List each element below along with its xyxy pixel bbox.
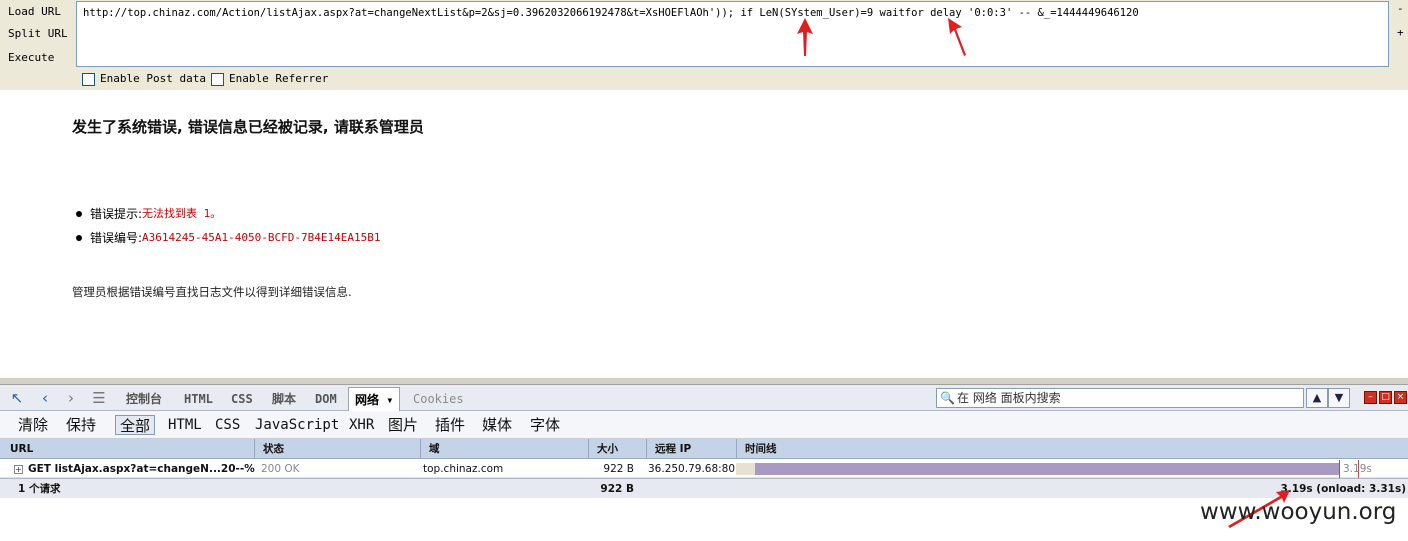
- net-search-input[interactable]: 🔍 在 网络 面板内搜索: [936, 388, 1304, 408]
- error-details-list: 错误提示: 无法找到表 1。 错误编号: A3614245-45A1-4050-…: [76, 202, 380, 250]
- bullet-icon: [76, 211, 82, 217]
- net-filter-bar: 清除 保持 全部 HTML CSS JavaScript XHR 图片 插件 媒…: [0, 411, 1408, 439]
- error-hint-item: 错误提示: 无法找到表 1。: [76, 202, 380, 226]
- column-domain[interactable]: 域: [420, 439, 588, 459]
- firebug-toolbar: ↖ ‹ › ☰ 控制台 HTML CSS 脚本 DOM 网络 ▾ Cookies…: [0, 385, 1408, 411]
- net-table-header: URL 状态 域 大小 远程 IP 时间线: [0, 439, 1408, 459]
- filter-fonts[interactable]: 字体: [530, 415, 560, 435]
- enable-referrer-label: Enable Referrer: [229, 72, 329, 85]
- request-url[interactable]: GET listAjax.aspx?at=changeN...20--%: [28, 460, 255, 478]
- error-title: 发生了系统错误, 错误信息已经被记录, 请联系管理员: [72, 118, 424, 136]
- column-url[interactable]: URL: [2, 439, 254, 459]
- tab-dom[interactable]: DOM: [315, 390, 337, 408]
- request-remote-ip: 36.250.79.68:80: [648, 463, 736, 475]
- timeline-domcontent-marker: [1339, 460, 1340, 478]
- hackbar-panel: Load URL Split URL Execute http://top.ch…: [0, 0, 1408, 90]
- error-hint-label: 错误提示:: [90, 207, 143, 221]
- request-size: 922 B: [603, 463, 634, 475]
- column-timeline[interactable]: 时间线: [736, 439, 1408, 459]
- search-icon: 🔍: [940, 391, 955, 405]
- watermark: www.wooyun.org: [1200, 499, 1397, 525]
- enable-post-checkbox[interactable]: Enable Post data: [82, 72, 206, 86]
- search-prev-button[interactable]: ▲: [1306, 388, 1328, 408]
- split-url-button[interactable]: Split URL: [4, 24, 68, 44]
- tab-css[interactable]: CSS: [231, 390, 253, 408]
- clear-button[interactable]: 清除: [18, 415, 48, 435]
- error-id-value: A3614245-45A1-4050-BCFD-7B4E14EA15B1: [142, 231, 381, 244]
- total-size: 922 B: [600, 483, 634, 495]
- column-status[interactable]: 状态: [254, 439, 420, 459]
- tab-net[interactable]: 网络 ▾: [348, 387, 401, 411]
- annotation-arrow-user: [797, 18, 813, 56]
- checkbox-box[interactable]: [211, 72, 224, 86]
- error-id-item: 错误编号: A3614245-45A1-4050-BCFD-7B4E14EA15…: [76, 226, 380, 250]
- bullet-icon: [76, 235, 82, 241]
- filter-media[interactable]: 媒体: [482, 415, 512, 435]
- filter-javascript[interactable]: JavaScript: [255, 415, 339, 435]
- checkbox-box[interactable]: [82, 72, 95, 86]
- detach-icon[interactable]: □: [1379, 391, 1392, 404]
- firebug-panel: ↖ ‹ › ☰ 控制台 HTML CSS 脚本 DOM 网络 ▾ Cookies…: [0, 378, 1408, 498]
- minimize-icon[interactable]: –: [1364, 391, 1377, 404]
- shrink-button[interactable]: -: [1397, 2, 1404, 15]
- expand-icon[interactable]: +: [14, 465, 23, 474]
- url-textarea[interactable]: http://top.chinaz.com/Action/listAjax.as…: [76, 1, 1389, 67]
- filter-xhr[interactable]: XHR: [349, 415, 374, 435]
- table-row[interactable]: + GET listAjax.aspx?at=changeN...20--% 2…: [0, 460, 1408, 478]
- filter-images[interactable]: 图片: [388, 415, 418, 435]
- expand-button[interactable]: +: [1397, 26, 1404, 39]
- request-count: 1 个请求: [18, 483, 61, 495]
- timeline-receiving-bar[interactable]: [755, 463, 1339, 475]
- error-hint-value: 无法找到表 1。: [142, 207, 222, 220]
- back-arrow-icon[interactable]: ‹: [36, 389, 54, 407]
- request-domain: top.chinaz.com: [423, 463, 504, 475]
- tab-console[interactable]: 控制台: [126, 390, 162, 408]
- filter-plugins[interactable]: 插件: [435, 415, 465, 435]
- error-note: 管理员根据错误编号直找日志文件以得到详细错误信息.: [72, 285, 352, 299]
- filter-all[interactable]: 全部: [115, 415, 156, 435]
- search-placeholder: 在 网络 面板内搜索: [957, 391, 1061, 405]
- enable-post-label: Enable Post data: [100, 72, 206, 85]
- timeline-time-label: 3.19s: [1343, 463, 1372, 475]
- error-id-label: 错误编号:: [90, 231, 143, 245]
- request-status: 200 OK: [261, 463, 300, 475]
- column-remote-ip[interactable]: 远程 IP: [646, 439, 736, 459]
- load-url-button[interactable]: Load URL: [4, 2, 68, 22]
- persist-button[interactable]: 保持: [66, 415, 96, 435]
- filter-html[interactable]: HTML: [168, 415, 202, 435]
- column-size[interactable]: 大小: [588, 439, 646, 459]
- net-summary-row: 1 个请求 922 B 3.19s (onload: 3.31s): [0, 478, 1408, 498]
- panel-splitter[interactable]: [0, 378, 1408, 385]
- tab-cookies[interactable]: Cookies: [413, 390, 464, 408]
- total-time: 3.19s (onload: 3.31s): [1280, 483, 1406, 495]
- close-icon[interactable]: ×: [1394, 391, 1407, 404]
- search-next-button[interactable]: ▼: [1328, 388, 1350, 408]
- list-icon[interactable]: ☰: [90, 389, 108, 407]
- filter-css[interactable]: CSS: [215, 415, 240, 435]
- timeline-waiting-bar: [736, 463, 755, 475]
- tab-script[interactable]: 脚本: [272, 390, 296, 408]
- annotation-arrow-delay: [948, 18, 966, 56]
- execute-button[interactable]: Execute: [4, 48, 68, 68]
- tab-html[interactable]: HTML: [184, 390, 213, 408]
- enable-referrer-checkbox[interactable]: Enable Referrer: [211, 72, 328, 86]
- inspect-icon[interactable]: ↖: [8, 389, 26, 407]
- forward-arrow-icon[interactable]: ›: [62, 389, 80, 407]
